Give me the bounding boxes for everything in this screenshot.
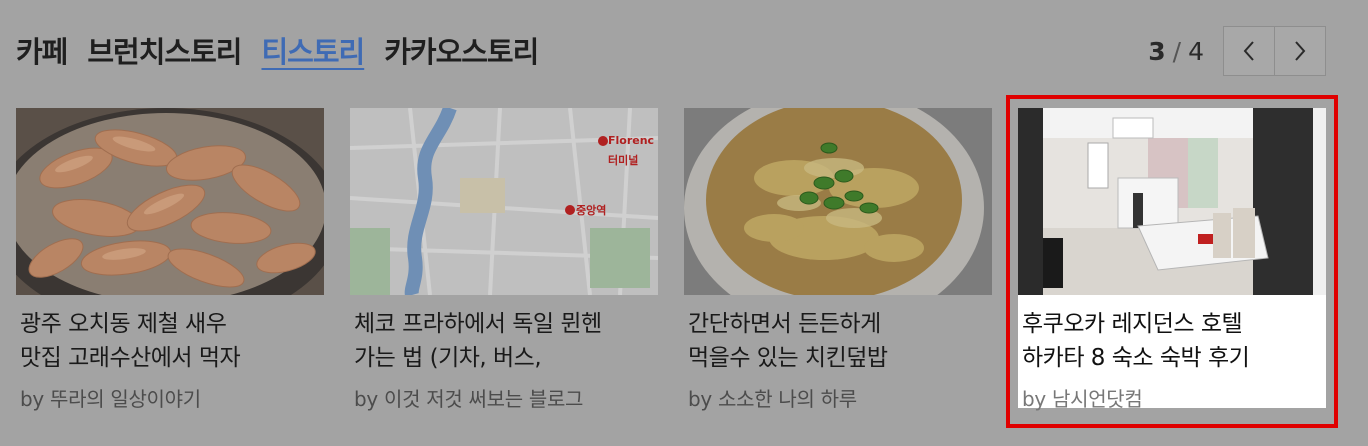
rice-bowl-image: [684, 108, 992, 295]
tab-tistory[interactable]: 티스토리: [261, 29, 365, 71]
map-label-florenc: Florenc: [608, 134, 654, 147]
card-title-line2: 가는 법 (기차, 버스,: [354, 345, 542, 371]
card-author: by 소소한 나의 하루: [688, 387, 857, 411]
highlight-frame: [1006, 95, 1338, 428]
card-shrimp[interactable]: 광주 오치동 제철 새우 맛집 고래수산에서 먹자 by 뚜라의 일상이야기: [16, 108, 324, 411]
card-title[interactable]: 간단하면서 든든하게 먹을수 있는 치킨덮밥: [684, 307, 992, 375]
next-button[interactable]: [1274, 27, 1325, 75]
card-title-line1: 체코 프라하에서 독일 뮌헨: [354, 311, 602, 337]
card-title-line2: 먹을수 있는 치킨덮밥: [688, 345, 888, 371]
tab-bar: 카페 브런치스토리 티스토리 카카오스토리: [16, 30, 558, 70]
tab-kakao-story[interactable]: 카카오스토리: [384, 29, 539, 71]
chevron-left-icon: [1243, 41, 1254, 61]
chicken-rice-bowl-photo[interactable]: [684, 108, 992, 295]
page-current: 3: [1148, 36, 1167, 66]
card-title-line1: 광주 오치동 제철 새우: [20, 311, 227, 337]
page-separator: /: [1172, 36, 1183, 66]
map-image[interactable]: Florenc 터미널 중앙역: [350, 108, 658, 295]
map-graphic: Florenc 터미널 중앙역: [350, 108, 658, 295]
tab-cafe[interactable]: 카페: [16, 29, 68, 71]
chevron-right-icon: [1295, 41, 1306, 61]
page-total: 4: [1188, 36, 1205, 66]
card-title-line2: 맛집 고래수산에서 먹자: [20, 345, 241, 371]
tab-brunch-story[interactable]: 브런치스토리: [87, 29, 242, 71]
card-author: by 이것 저것 써보는 블로그: [354, 387, 584, 411]
card-prague[interactable]: Florenc 터미널 중앙역 체코 프라하에서 독일 뮌헨 가는 법 (기차,…: [350, 108, 658, 411]
card-author: by 뚜라의 일상이야기: [20, 387, 201, 411]
card-title-line1: 간단하면서 든든하게: [688, 311, 881, 337]
shrimp-image: [16, 108, 324, 295]
card-chicken-rice[interactable]: 간단하면서 든든하게 먹을수 있는 치킨덮밥 by 소소한 나의 하루: [684, 108, 992, 411]
prev-button[interactable]: [1224, 27, 1274, 75]
map-label-terminal: 터미널: [608, 153, 638, 167]
page-indicator: 3/4: [1148, 37, 1205, 66]
card-title[interactable]: 체코 프라하에서 독일 뮌헨 가는 법 (기차, 버스,: [350, 307, 658, 375]
shrimp-photo[interactable]: [16, 108, 324, 295]
pager-buttons: [1223, 26, 1326, 76]
pager: 3/4: [1148, 26, 1326, 76]
map-label-central-station: 중앙역: [576, 203, 606, 217]
card-title[interactable]: 광주 오치동 제철 새우 맛집 고래수산에서 먹자: [16, 307, 324, 375]
